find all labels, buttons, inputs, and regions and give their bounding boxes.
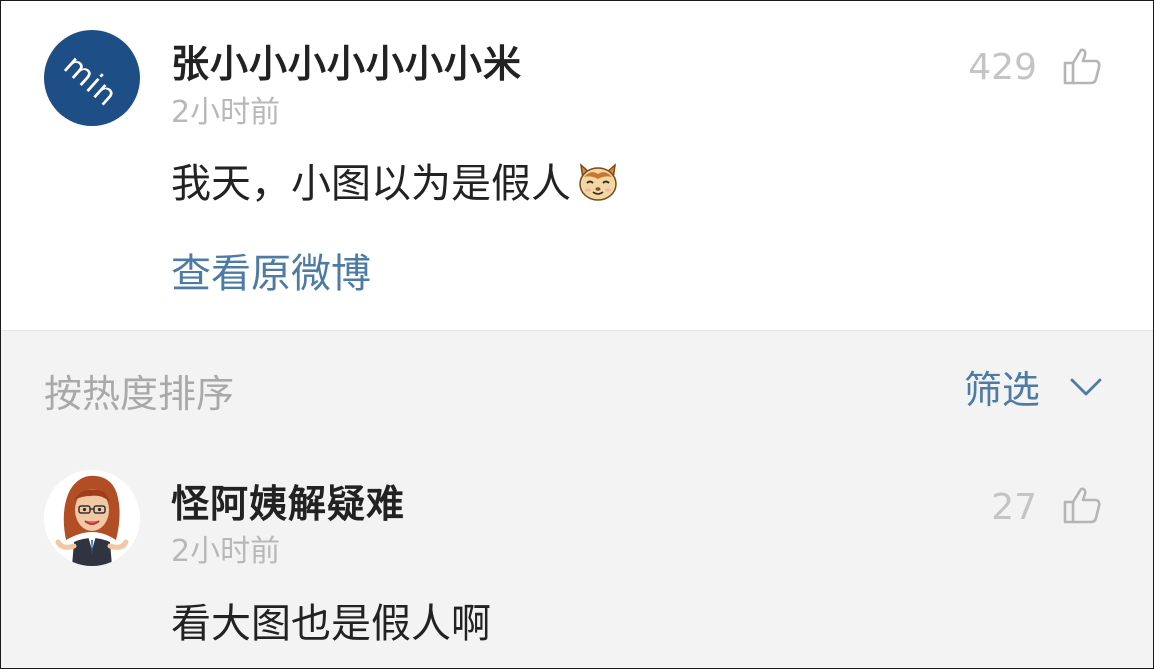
avatar-logo-text: min <box>56 48 125 114</box>
comment-time: 2小时前 <box>171 534 281 569</box>
cat-face-emoji-icon <box>575 157 621 213</box>
thumbs-up-icon[interactable] <box>1062 46 1102 86</box>
chevron-down-icon <box>1069 377 1103 397</box>
like-count: 27 <box>991 487 1037 528</box>
comment-text-content: 我天，小图以为是假人 <box>171 161 571 207</box>
comment-username[interactable]: 张小小小小小小小米 <box>171 33 522 88</box>
view-original-weibo-link[interactable]: 查看原微博 <box>171 241 371 299</box>
comment-text: 看大图也是假人啊 <box>171 601 491 647</box>
comment-time: 2小时前 <box>171 95 281 130</box>
filter-button[interactable]: 筛选 <box>963 359 1103 412</box>
comment-username[interactable]: 怪阿姨解疑难 <box>171 473 405 528</box>
avatar[interactable]: min <box>44 30 140 126</box>
thumbs-up-icon[interactable] <box>1062 485 1102 525</box>
comment-item: 怪阿姨解疑难 2小时前 看大图也是假人啊 27 <box>1 439 1153 668</box>
avatar[interactable] <box>44 470 140 566</box>
sort-bar: 按热度排序 筛选 <box>1 330 1153 440</box>
comment-list: min 张小小小小小小小米 2小时前 我天，小图以为是假人 查看原微博 429 … <box>0 0 1154 669</box>
filter-label: 筛选 <box>963 368 1040 412</box>
comment-text: 我天，小图以为是假人 <box>171 151 621 213</box>
comment-item: min 张小小小小小小小米 2小时前 我天，小图以为是假人 查看原微博 429 <box>1 1 1153 330</box>
cartoon-woman-avatar-icon <box>44 470 140 566</box>
sort-by-hot-label[interactable]: 按热度排序 <box>44 363 234 418</box>
like-count: 429 <box>968 47 1037 88</box>
